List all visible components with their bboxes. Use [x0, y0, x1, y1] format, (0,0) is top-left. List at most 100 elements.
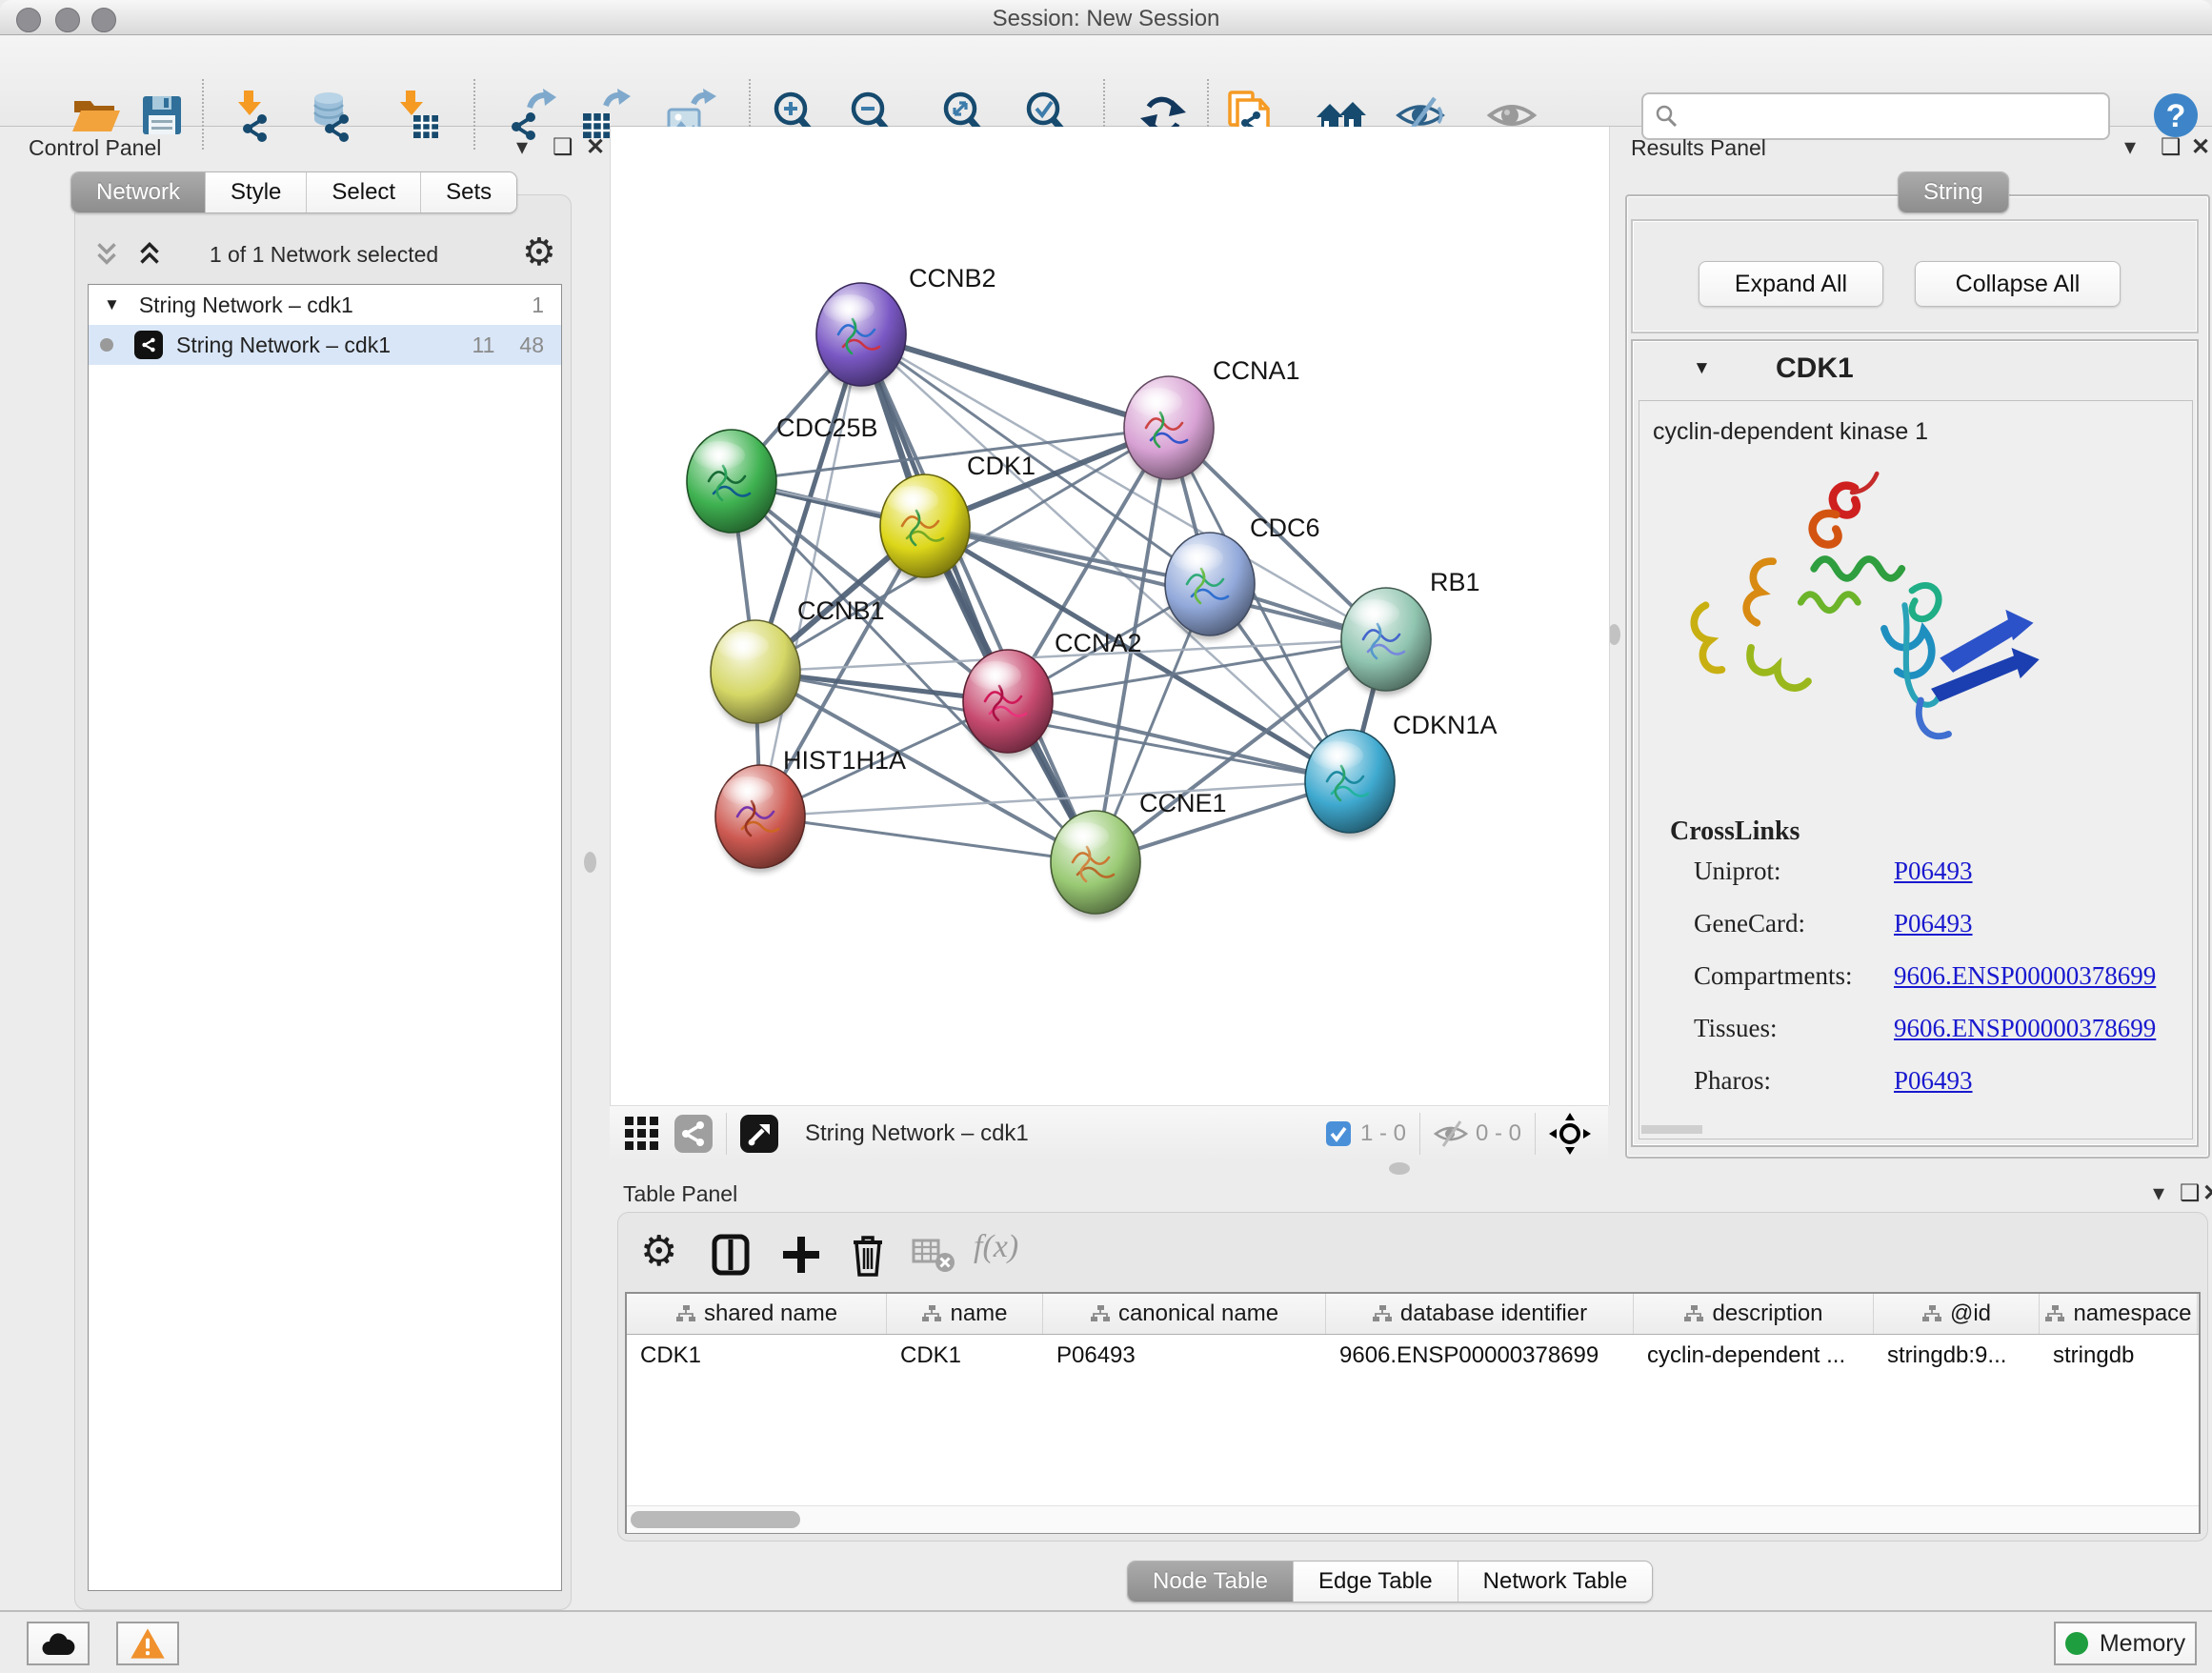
grid-view-icon[interactable] — [623, 1115, 661, 1153]
expand-all-button[interactable]: Expand All — [1699, 261, 1883, 307]
column-header-name[interactable]: name — [887, 1294, 1043, 1334]
search-field[interactable] — [1641, 92, 2110, 140]
results-panel-float-icon[interactable]: ❑ — [2161, 133, 2182, 161]
export-network-icon[interactable] — [503, 89, 556, 142]
node-label-rb1: RB1 — [1430, 568, 1480, 596]
crosslink-value-link[interactable]: P06493 — [1894, 1066, 1973, 1096]
network-node-ccna2[interactable] — [963, 650, 1053, 757]
table-cell[interactable]: stringdb:9... — [1874, 1342, 2040, 1369]
scrollbar-thumb[interactable] — [631, 1511, 800, 1528]
cloud-status-button[interactable] — [27, 1622, 90, 1665]
bottom-splitter-handle[interactable] — [1389, 1162, 1410, 1175]
table-panel-menu-icon[interactable]: ▾ — [2153, 1179, 2164, 1207]
tab-network-table[interactable]: Network Table — [1458, 1562, 1653, 1602]
network-node-rb1[interactable] — [1341, 588, 1431, 695]
gene-description: cyclin-dependent kinase 1 — [1653, 418, 1928, 446]
network-node-cdc6[interactable] — [1165, 533, 1255, 640]
tab-network[interactable]: Network — [71, 172, 206, 212]
network-options-gear-icon[interactable]: ⚙ — [522, 231, 556, 274]
crosslink-value-link[interactable]: P06493 — [1894, 857, 1973, 886]
collapse-all-networks-icon[interactable] — [90, 238, 123, 271]
network-edge[interactable] — [760, 334, 861, 816]
network-node-ccne1[interactable] — [1051, 811, 1140, 918]
crosslink-value-link[interactable]: 9606.ENSP00000378699 — [1894, 1014, 2156, 1043]
network-edge[interactable] — [861, 334, 1169, 428]
network-edge[interactable] — [760, 816, 1096, 862]
network-node-ccna1[interactable] — [1124, 376, 1214, 484]
network-node-ccnb2[interactable] — [816, 283, 906, 391]
crosslink-value-link[interactable]: 9606.ENSP00000378699 — [1894, 961, 2156, 991]
tab-node-table[interactable]: Node Table — [1128, 1562, 1294, 1602]
network-node-ccnb1[interactable] — [711, 620, 800, 728]
delete-column-trash-icon[interactable] — [846, 1231, 890, 1279]
import-network-database-icon[interactable] — [305, 89, 358, 142]
tab-style[interactable]: Style — [206, 172, 307, 212]
network-row-selected[interactable]: String Network – cdk1 11 48 — [89, 325, 561, 365]
column-type-icon — [921, 1304, 942, 1323]
node-label-ccnb2: CCNB2 — [909, 264, 996, 292]
results-panel-menu-icon[interactable]: ▾ — [2124, 133, 2136, 161]
cloud-icon — [39, 1629, 77, 1658]
inner-scrollbar-remnant — [1641, 1125, 1702, 1134]
expand-all-networks-icon[interactable] — [133, 238, 166, 271]
control-panel-menu-icon[interactable]: ▾ — [516, 133, 528, 161]
network-view-share-icon[interactable] — [674, 1115, 713, 1153]
crosslink-row: Pharos: P06493 — [1694, 1066, 2170, 1096]
tab-select[interactable]: Select — [307, 172, 421, 212]
network-svg[interactable]: CCNB2CCNA1CDC25BCDK1CDC6RB1CCNB1CCNA2CDK… — [611, 127, 1609, 1105]
birds-eye-view-icon[interactable] — [740, 1115, 778, 1153]
network-edge[interactable] — [1008, 701, 1350, 781]
tab-string[interactable]: String — [1899, 172, 2008, 212]
network-node-hist1h1a[interactable] — [715, 765, 805, 873]
network-node-cdc25b[interactable] — [687, 430, 776, 537]
table-panel-close-icon[interactable]: ✕ — [2202, 1179, 2212, 1207]
network-canvas[interactable]: CCNB2CCNA1CDC25BCDK1CDC6RB1CCNB1CCNA2CDK… — [610, 127, 1610, 1105]
column-type-icon — [1090, 1304, 1111, 1323]
warning-status-button[interactable] — [116, 1622, 179, 1665]
memory-button[interactable]: Memory — [2054, 1622, 2197, 1665]
function-builder-icon[interactable]: f(x) — [974, 1229, 1018, 1265]
column-header-database-identifier[interactable]: database identifier — [1326, 1294, 1634, 1334]
network-node-cdk1[interactable] — [880, 474, 970, 582]
tab-edge-table[interactable]: Edge Table — [1294, 1562, 1458, 1602]
column-header-canonical-name[interactable]: canonical name — [1043, 1294, 1326, 1334]
table-cell[interactable]: P06493 — [1043, 1342, 1326, 1369]
table-horizontal-scrollbar[interactable] — [627, 1505, 2199, 1533]
control-panel-float-icon[interactable]: ❑ — [553, 133, 573, 161]
save-session-icon[interactable] — [135, 89, 189, 142]
network-edge[interactable] — [925, 526, 1386, 639]
tab-sets[interactable]: Sets — [421, 172, 516, 212]
import-table-file-icon[interactable] — [389, 89, 442, 142]
search-input[interactable] — [1679, 102, 2093, 131]
table-panel-float-icon[interactable]: ❑ — [2180, 1179, 2201, 1207]
table-row[interactable]: CDK1CDK1P064939606.ENSP00000378699cyclin… — [627, 1335, 2199, 1377]
table-cell[interactable]: CDK1 — [887, 1342, 1043, 1369]
table-gear-icon[interactable]: ⚙ — [640, 1227, 677, 1276]
column-header-shared-name[interactable]: shared name — [627, 1294, 887, 1334]
column-header-description[interactable]: description — [1634, 1294, 1874, 1334]
selected-checkbox-icon[interactable] — [1326, 1121, 1351, 1146]
network-edge[interactable] — [861, 334, 1096, 862]
network-node-cdkn1a[interactable] — [1305, 730, 1395, 837]
left-splitter-handle[interactable] — [584, 852, 596, 873]
results-panel-close-icon[interactable]: ✕ — [2191, 133, 2210, 161]
crosslink-label: Pharos: — [1694, 1066, 1894, 1096]
column-header-namespace[interactable]: namespace — [2040, 1294, 2198, 1334]
table-cell[interactable]: CDK1 — [627, 1342, 887, 1369]
add-column-icon[interactable] — [779, 1233, 823, 1277]
collapse-all-button[interactable]: Collapse All — [1915, 261, 2121, 307]
table-columns-icon[interactable] — [709, 1233, 753, 1277]
table-cell[interactable]: stringdb — [2040, 1342, 2198, 1369]
open-session-icon[interactable] — [69, 89, 122, 142]
network-collection-row[interactable]: ▼ String Network – cdk1 1 — [89, 285, 561, 325]
table-cell[interactable]: cyclin-dependent ... — [1634, 1342, 1874, 1369]
control-panel-close-icon[interactable]: ✕ — [586, 133, 605, 161]
delete-table-icon[interactable] — [911, 1235, 956, 1275]
navigator-crosshair-icon[interactable] — [1549, 1113, 1591, 1155]
tree-expander-icon[interactable]: ▼ — [104, 295, 120, 314]
crosslink-value-link[interactable]: P06493 — [1894, 909, 1973, 938]
table-cell[interactable]: 9606.ENSP00000378699 — [1326, 1342, 1634, 1369]
column-header--id[interactable]: @id — [1874, 1294, 2040, 1334]
import-network-file-icon[interactable] — [225, 89, 278, 142]
gene-expander-icon[interactable]: ▼ — [1693, 358, 1711, 379]
